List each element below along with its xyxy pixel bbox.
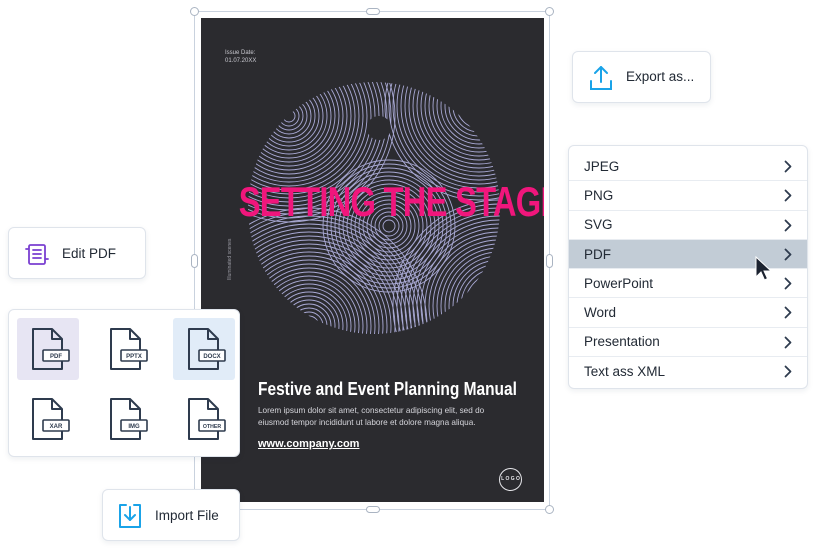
menu-item-label: PNG (584, 187, 614, 203)
file-pdf-icon: PDF (32, 328, 70, 370)
menu-item-label: Presentation (584, 334, 660, 350)
file-type-label: XAR (50, 424, 63, 430)
import-file-label: Import File (155, 508, 219, 523)
menu-item-text-ass-xml[interactable]: Text ass XML (569, 357, 807, 386)
file-img-icon: IMG (110, 398, 148, 440)
resize-handle-bottom[interactable] (366, 506, 380, 513)
menu-item-svg[interactable]: SVG (569, 211, 807, 240)
file-pptx-icon: PPTX (110, 328, 148, 370)
file-type-label: PPTX (126, 354, 142, 360)
issue-date-label: Issue Date: (225, 50, 256, 56)
chevron-right-icon (784, 219, 792, 231)
chevron-right-icon (784, 189, 792, 202)
export-as-button[interactable]: Export as... (572, 51, 711, 103)
file-type-grid: PDF PPTX DOCX XAR IMG OTHER (8, 309, 240, 457)
menu-item-png[interactable]: PNG (569, 181, 807, 211)
poster-logo: L O G O (499, 468, 522, 491)
chevron-right-icon (784, 248, 792, 261)
resize-handle-top-right[interactable] (545, 7, 554, 16)
file-type-pdf[interactable]: PDF (17, 318, 79, 380)
file-type-xar[interactable]: XAR (17, 388, 79, 450)
file-type-img[interactable]: IMG (95, 388, 157, 450)
file-type-other[interactable]: OTHER (173, 388, 235, 450)
menu-item-jpeg[interactable]: JPEG (569, 152, 807, 182)
file-xar-icon: XAR (32, 398, 70, 440)
import-file-button[interactable]: Import File (102, 489, 240, 541)
resize-handle-bottom-right[interactable] (545, 505, 554, 514)
mouse-cursor-icon (755, 256, 773, 281)
menu-item-word[interactable]: Word (569, 298, 807, 328)
file-docx-icon: DOCX (188, 328, 226, 370)
menu-item-label: PDF (584, 246, 611, 262)
chevron-right-icon (784, 307, 792, 319)
file-type-label: PDF (50, 354, 62, 360)
file-type-label: IMG (128, 424, 140, 430)
issue-date-block: Issue Date: 01.07.20XX (225, 49, 256, 65)
chevron-right-icon (784, 365, 792, 378)
resize-handle-right[interactable] (546, 254, 553, 268)
menu-item-label: Text ass XML (584, 364, 666, 380)
chevron-right-icon (784, 277, 792, 290)
menu-item-label: Word (584, 305, 617, 321)
chevron-right-icon (784, 336, 792, 349)
edit-pdf-button[interactable]: Edit PDF (8, 227, 146, 279)
poster-canvas[interactable]: Issue Date: 01.07.20XX Illuminated scene… (201, 18, 544, 502)
poster-body-text: Lorem ipsum dolor sit amet, consectetur … (258, 406, 485, 427)
file-type-pptx[interactable]: PPTX (95, 318, 157, 380)
menu-item-label: PowerPoint (584, 275, 654, 291)
issue-date-value: 01.07.20XX (225, 58, 257, 64)
resize-handle-top[interactable] (366, 8, 380, 15)
file-other-icon: OTHER (188, 398, 226, 440)
resize-handle-top-left[interactable] (190, 7, 199, 16)
poster-heading: Festive and Event Planning Manual (258, 379, 517, 399)
edit-pdf-label: Edit PDF (62, 246, 117, 261)
chevron-right-icon (784, 160, 792, 173)
file-type-label: DOCX (203, 354, 220, 360)
resize-handle-left[interactable] (191, 254, 198, 268)
file-type-docx[interactable]: DOCX (173, 318, 235, 380)
poster-title: SETTING THE STAGE (238, 178, 544, 225)
export-as-label: Export as... (626, 69, 695, 84)
download-icon (118, 503, 142, 534)
document-edit-icon (25, 242, 49, 271)
menu-item-label: JPEG (584, 158, 620, 174)
poster-url: www.company.com (258, 438, 360, 450)
menu-item-label: SVG (584, 217, 613, 233)
upload-icon (589, 65, 613, 96)
file-type-label: OTHER (203, 424, 221, 430)
menu-item-presentation[interactable]: Presentation (569, 328, 807, 358)
